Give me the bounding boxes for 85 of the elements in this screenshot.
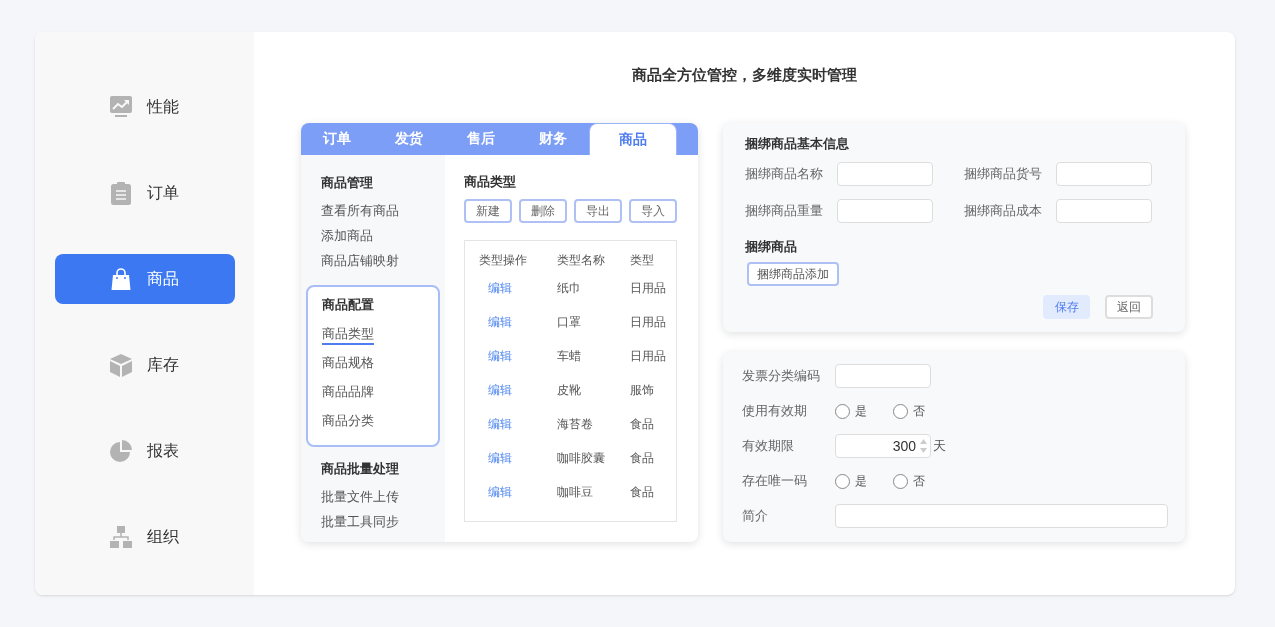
field-label: 捆绑商品成本 [964,201,1043,220]
field-label: 存在唯一码 [742,472,808,491]
toolbar-button[interactable]: 删除 [519,199,567,223]
input-field[interactable] [1056,198,1152,223]
table-cell-text: 服饰 [630,382,655,399]
tab[interactable]: 商品 [589,122,677,155]
nav-item[interactable]: 商品品牌 [322,381,374,401]
table-cell-text: 食品 [630,416,655,433]
table-cell-text: 皮靴 [556,382,582,399]
chart-monitor-icon [108,94,133,120]
radio-button[interactable] [835,403,850,419]
form-title: 捆绑商品基本信息 [745,134,850,153]
table-cell-text: 咖啡豆 [556,484,594,501]
table-cell-text: 日用品 [630,348,667,365]
edit-link[interactable]: 编辑 [465,449,555,467]
sidebar-item[interactable]: 组织 [54,512,235,562]
section-title: 捆绑商品 [745,237,798,256]
nav-item[interactable]: 查看所有商品 [321,201,399,221]
nav-item[interactable]: 商品分类 [322,410,374,430]
clipboard-icon [108,180,133,206]
radio-label: 是 [855,403,867,420]
sidebar-item[interactable]: 库存 [54,340,235,390]
pie-chart-icon [108,438,133,464]
radio-label: 是 [855,473,867,490]
edit-link[interactable]: 编辑 [465,313,555,331]
column-header: 类型 [630,252,655,269]
edit-link[interactable]: 编辑 [465,415,555,433]
nav-group-title: 商品配置 [322,296,375,314]
nav-group-title: 商品管理 [321,173,374,192]
sidebar-item[interactable]: 报表 [54,426,235,476]
table-cell-text: 日用品 [630,280,667,297]
radio-button[interactable] [835,473,850,489]
cube-icon [108,352,133,378]
table-cell-text: 咖啡胶囊 [556,450,606,467]
field-label: 使用有效期 [742,402,808,421]
input-field[interactable] [835,364,931,388]
toolbar-button[interactable]: 导入 [629,199,677,223]
nav-group-title: 商品批量处理 [321,459,400,478]
toolbar-button[interactable]: 导出 [574,199,622,223]
add-button[interactable]: 捆绑商品添加 [747,262,839,286]
column-header: 类型名称 [556,252,606,269]
input-field[interactable] [837,198,933,223]
table-cell-text: 海苔卷 [556,416,594,433]
sidebar-item[interactable]: 商品 [54,254,235,304]
field-label: 捆绑商品重量 [745,201,824,220]
input-field[interactable] [835,504,1168,528]
table-cell-text: 车蜡 [556,348,582,365]
field-label: 捆绑商品名称 [745,164,824,183]
org-chart-icon [108,524,133,550]
nav-item[interactable]: 批量工具同步 [321,512,399,532]
nav-item[interactable]: 商品规格 [322,352,374,372]
radio-label: 否 [913,403,925,420]
edit-link[interactable]: 编辑 [465,483,555,501]
edit-link[interactable]: 编辑 [465,279,555,297]
field-label: 发票分类编码 [742,367,821,386]
radio-button[interactable] [893,473,908,489]
table-cell-text: 食品 [630,450,655,467]
back-button[interactable]: 返回 [1105,295,1153,319]
nav-item[interactable]: 添加商品 [321,226,373,246]
edit-link[interactable]: 编辑 [465,347,555,365]
field-label: 捆绑商品货号 [964,164,1043,183]
number-field[interactable]: 300 [835,434,931,458]
nav-item[interactable]: 商品类型 [322,323,374,345]
edit-link[interactable]: 编辑 [465,381,555,399]
table-cell-text: 日用品 [630,314,667,331]
nav-item[interactable]: 商品店铺映射 [321,251,399,271]
sidebar-item[interactable]: 性能 [54,82,235,132]
toolbar-button[interactable]: 新建 [464,199,512,223]
radio-label: 否 [913,473,925,490]
spinner-icon [920,438,927,454]
section-title: 商品类型 [464,172,517,191]
radio-button[interactable] [893,403,908,419]
page-title: 商品全方位管控，多维度实时管理 [632,65,857,85]
table-cell-text: 食品 [630,484,655,501]
input-field[interactable] [837,161,933,186]
nav-item[interactable]: 批量文件上传 [321,487,399,507]
table-cell-text: 纸巾 [556,280,582,297]
sidebar-item[interactable]: 订单 [54,168,235,218]
table-cell-text: 口罩 [556,314,582,331]
unit-label: 天 [933,437,946,456]
save-button[interactable]: 保存 [1043,295,1090,319]
input-field[interactable] [1056,161,1152,186]
field-label: 简介 [742,507,769,526]
column-header: 类型操作 [478,252,528,269]
field-label: 有效期限 [742,437,795,456]
